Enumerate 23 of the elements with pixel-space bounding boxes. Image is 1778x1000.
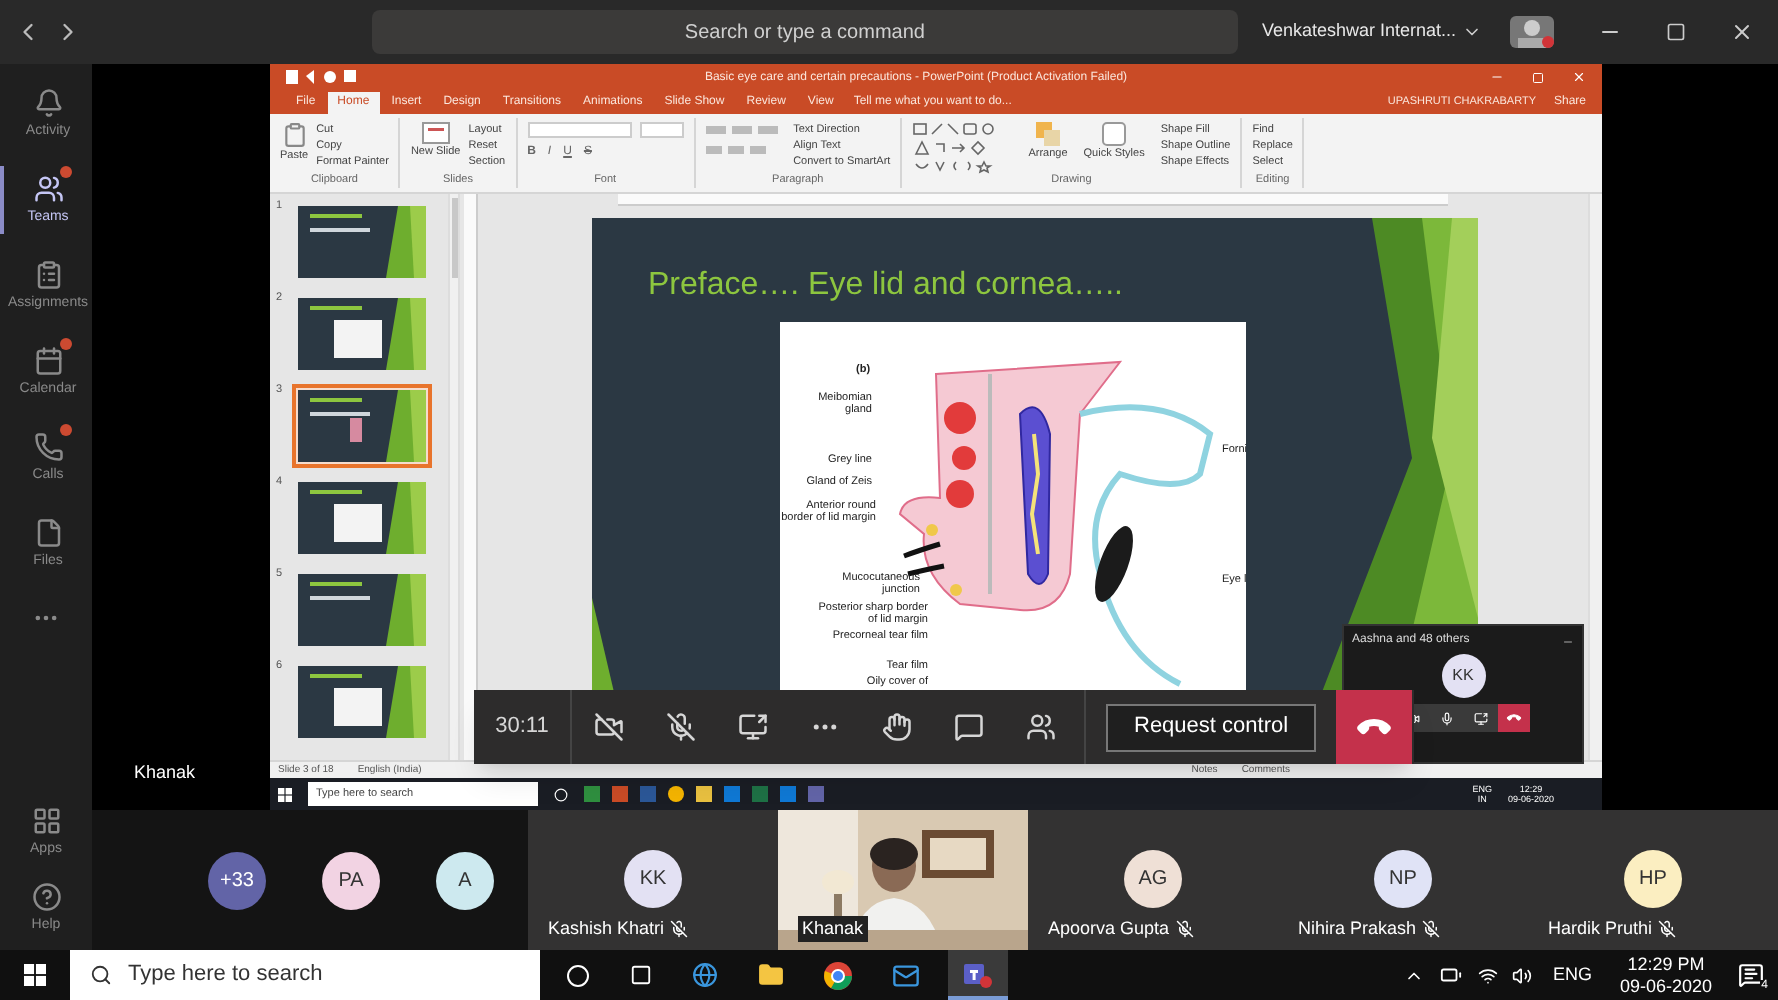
avatar: KK — [624, 850, 682, 908]
request-control-button[interactable]: Request control — [1106, 703, 1317, 751]
language-indicator[interactable]: ENG — [1552, 961, 1592, 989]
avatar: NP — [1374, 850, 1432, 908]
participant-name: Khanak — [798, 915, 868, 942]
clock-time: 12:29 PM — [1627, 953, 1705, 975]
search-field[interactable]: Search or type a command — [371, 10, 1238, 54]
avatar: A — [436, 851, 494, 909]
overflow-participants-count[interactable]: +33 — [208, 851, 266, 909]
participant-name: Apoorva Gupta — [1048, 915, 1170, 942]
taskbar-search-field[interactable]: Type here to search — [70, 950, 540, 1000]
organization-name[interactable]: Venkateshwar Internat... — [1261, 18, 1456, 46]
call-timer: 30:11 — [493, 712, 551, 743]
avatar: AG — [1124, 850, 1182, 908]
participant-name: Nihira Prakash — [1298, 915, 1417, 941]
avatar: PA — [322, 851, 380, 909]
participant-name: Hardik Pruthi — [1548, 915, 1653, 941]
presenter-name: Khanak — [134, 759, 196, 785]
avatar: HP — [1624, 850, 1682, 908]
participant-name: Kashish Khatri — [548, 915, 665, 941]
avatar: KK — [1441, 654, 1485, 698]
clock-date: 09-06-2020 — [1619, 975, 1712, 997]
slide-title: Preface…. Eye lid and cornea….. — [648, 266, 1123, 306]
